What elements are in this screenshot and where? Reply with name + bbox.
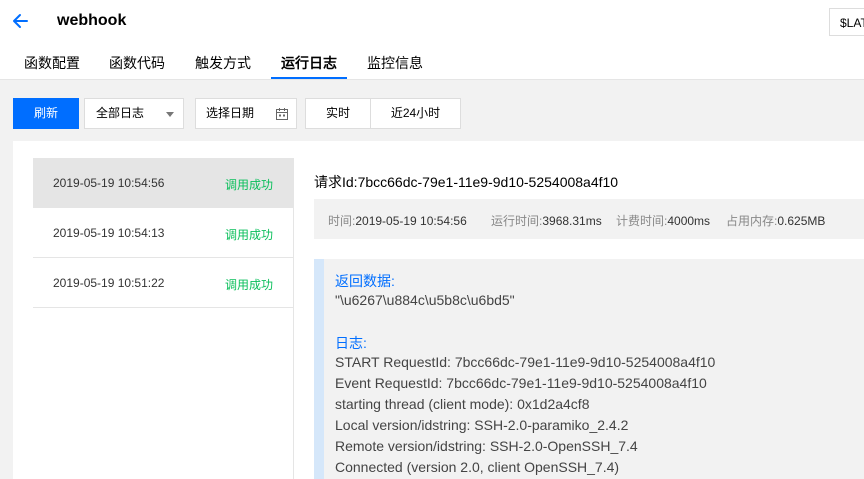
log-line: Connected (version 2.0, client OpenSSH_7… bbox=[335, 459, 620, 475]
log-line: START RequestId: 7bcc66dc-79e1-11e9-9d10… bbox=[335, 354, 716, 370]
log-list-item[interactable]: 2019-05-19 10:54:56 调用成功 bbox=[33, 158, 293, 208]
log-status: 调用成功 bbox=[224, 178, 273, 192]
tab-function-code[interactable]: 函数代码 bbox=[109, 44, 165, 79]
log-line: starting thread (client mode): 0x1d2a4cf… bbox=[335, 396, 590, 412]
log-output: 返回数据: "\u6267\u884c\u5b8c\u6bd5" 日志: STA… bbox=[314, 259, 864, 479]
request-id-row: 请求Id:7bcc66dc-79e1-11e9-9d10-5254008a4f1… bbox=[314, 172, 618, 192]
log-label: 日志: bbox=[335, 335, 367, 351]
date-picker[interactable]: 选择日期 bbox=[195, 98, 297, 129]
log-list-item[interactable]: 2019-05-19 10:54:13 调用成功 bbox=[33, 208, 293, 258]
chevron-down-icon bbox=[166, 112, 174, 117]
log-time: 2019-05-19 10:54:13 bbox=[53, 226, 165, 240]
log-time: 2019-05-19 10:54:56 bbox=[53, 176, 165, 190]
return-label: 返回数据: bbox=[335, 273, 395, 289]
log-status: 调用成功 bbox=[224, 228, 273, 242]
log-line: Local version/idstring: SSH-2.0-paramiko… bbox=[335, 417, 629, 433]
meta-memory: 占用内存:0.625MB bbox=[726, 214, 826, 228]
refresh-button[interactable]: 刷新 bbox=[13, 98, 79, 129]
log-filter-select[interactable]: 全部日志 bbox=[84, 98, 184, 129]
log-status: 调用成功 bbox=[224, 278, 273, 292]
log-list: 2019-05-19 10:54:56 调用成功 2019-05-19 10:5… bbox=[33, 158, 294, 479]
meta-run-time: 运行时间:3968.31ms bbox=[491, 214, 602, 228]
log-line: Remote version/idstring: SSH-2.0-OpenSSH… bbox=[335, 438, 638, 454]
request-id-value: 7bcc66dc-79e1-11e9-9d10-5254008a4f10 bbox=[357, 174, 619, 190]
page-header: webhook $LATEST 函数配置 函数代码 触发方式 运行日志 监控信息 bbox=[0, 0, 864, 80]
calendar-icon bbox=[276, 108, 288, 120]
page-title: webhook bbox=[57, 12, 127, 29]
last-24h-button[interactable]: 近24小时 bbox=[370, 98, 461, 129]
log-list-item[interactable]: 2019-05-19 10:51:22 调用成功 bbox=[33, 258, 293, 308]
return-value: "\u6267\u884c\u5b8c\u6bd5" bbox=[335, 292, 515, 308]
meta-billed-time: 计费时间:4000ms bbox=[616, 214, 711, 228]
tab-run-logs[interactable]: 运行日志 bbox=[271, 44, 347, 79]
log-time: 2019-05-19 10:51:22 bbox=[53, 276, 165, 290]
log-line: Event RequestId: 7bcc66dc-79e1-11e9-9d10… bbox=[335, 375, 707, 391]
invocation-meta: 时间:2019-05-19 10:54:56 运行时间:3968.31ms 计费… bbox=[314, 199, 864, 239]
back-arrow-icon[interactable] bbox=[9, 10, 31, 32]
realtime-button[interactable]: 实时 bbox=[305, 98, 371, 129]
log-filter-value: 全部日志 bbox=[96, 106, 145, 120]
tab-monitoring[interactable]: 监控信息 bbox=[367, 44, 423, 79]
request-id-label: 请求Id: bbox=[314, 174, 358, 190]
tab-function-config[interactable]: 函数配置 bbox=[24, 44, 80, 79]
tab-trigger[interactable]: 触发方式 bbox=[195, 44, 251, 79]
meta-time: 时间:2019-05-19 10:54:56 bbox=[328, 214, 467, 228]
version-select[interactable]: $LATEST bbox=[829, 8, 864, 36]
date-placeholder: 选择日期 bbox=[206, 106, 255, 120]
